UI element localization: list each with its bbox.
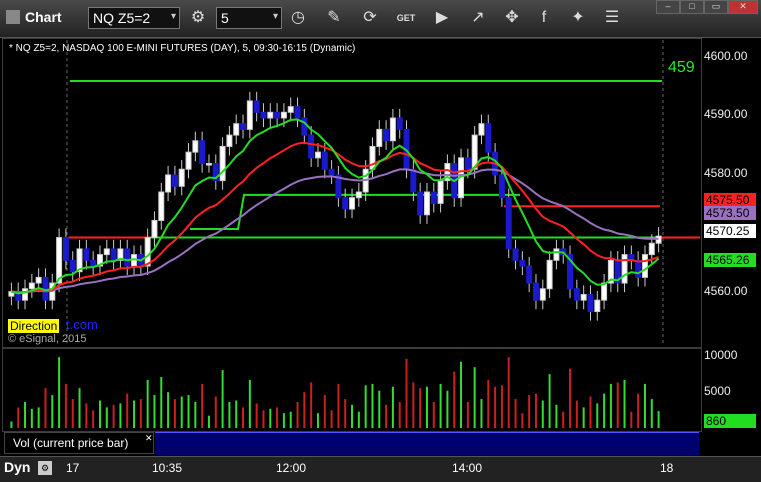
close-icon[interactable]: ✕ bbox=[145, 433, 153, 444]
price-tick: 4600.00 bbox=[704, 49, 748, 63]
clock-icon[interactable]: ◷ bbox=[286, 6, 310, 30]
price-tag-green: 4565.26 bbox=[704, 253, 756, 267]
restore-button[interactable]: ▭ bbox=[704, 0, 728, 14]
symbol-input[interactable]: NQ Z5=2 ▾ bbox=[88, 7, 180, 29]
time-tick: 10:35 bbox=[152, 461, 183, 475]
pencil-icon[interactable]: ✎ bbox=[322, 6, 346, 30]
toolbar: Chart NQ Z5=2 ▾ ⚙ 5 ▾ ◷ ✎ ⟳ GET ▶ ↗ ✥ f ✦ … bbox=[0, 0, 761, 38]
price-tick: 4560.00 bbox=[704, 284, 748, 298]
price-pane bbox=[2, 38, 702, 348]
volume-pane bbox=[2, 348, 702, 432]
maximize-button[interactable]: □ bbox=[680, 0, 704, 14]
price-tag-red: 4575.50 bbox=[704, 193, 756, 207]
get-icon[interactable]: GET bbox=[394, 6, 418, 30]
play-icon[interactable]: ▶ bbox=[430, 6, 454, 30]
chevron-down-icon[interactable]: ▾ bbox=[273, 11, 278, 22]
refresh-icon[interactable]: ⟳ bbox=[358, 6, 382, 30]
study-band bbox=[155, 432, 699, 455]
time-tick: 18 bbox=[660, 461, 674, 475]
volume-tick: 10000 bbox=[704, 348, 738, 362]
link-broken-icon[interactable]: ✥ bbox=[500, 6, 524, 30]
settings-icon[interactable]: ⚙ bbox=[38, 461, 52, 475]
chevron-down-icon[interactable]: ▾ bbox=[171, 11, 176, 22]
interval-value: 5 bbox=[221, 10, 229, 26]
gear-icon[interactable]: ⚙ bbox=[186, 6, 210, 30]
minimize-button[interactable]: – bbox=[656, 0, 680, 14]
facebook-icon[interactable]: f bbox=[532, 6, 556, 30]
time-axis bbox=[0, 456, 761, 482]
direction-link[interactable]: t.com bbox=[66, 317, 98, 332]
app-title: Chart bbox=[6, 9, 62, 25]
price-tag-purple: 4573.50 bbox=[704, 206, 756, 220]
close-button[interactable]: ✕ bbox=[728, 0, 758, 14]
interval-input[interactable]: 5 ▾ bbox=[216, 7, 282, 29]
volume-tag-last: 860 bbox=[704, 414, 756, 428]
volume-legend[interactable]: Vol (current price bar) bbox=[4, 432, 154, 454]
time-tick: 17 bbox=[66, 461, 80, 475]
symbol-value: NQ Z5=2 bbox=[93, 10, 151, 26]
dynamic-mode[interactable]: Dyn bbox=[4, 459, 30, 475]
chart-info: * NQ Z5=2, NASDAQ 100 E-MINI FUTURES (DA… bbox=[9, 43, 356, 54]
time-tick: 12:00 bbox=[276, 461, 307, 475]
direction-label: Direction bbox=[8, 319, 60, 333]
volume-tick: 5000 bbox=[704, 384, 731, 398]
link-icon[interactable]: ↗ bbox=[466, 6, 490, 30]
price-tick: 4590.00 bbox=[704, 107, 748, 121]
chart-icon bbox=[6, 10, 20, 24]
copyright-text: © eSignal, 2015 bbox=[8, 333, 87, 345]
price-tick: 4580.00 bbox=[704, 166, 748, 180]
app-title-text: Chart bbox=[25, 9, 62, 25]
level-tag-green-top: 459 bbox=[668, 59, 695, 76]
time-tick: 14:00 bbox=[452, 461, 483, 475]
price-tag-last: 4570.25 bbox=[704, 224, 756, 238]
menu-icon[interactable]: ☰ bbox=[600, 6, 624, 30]
twitter-icon[interactable]: ✦ bbox=[566, 6, 590, 30]
